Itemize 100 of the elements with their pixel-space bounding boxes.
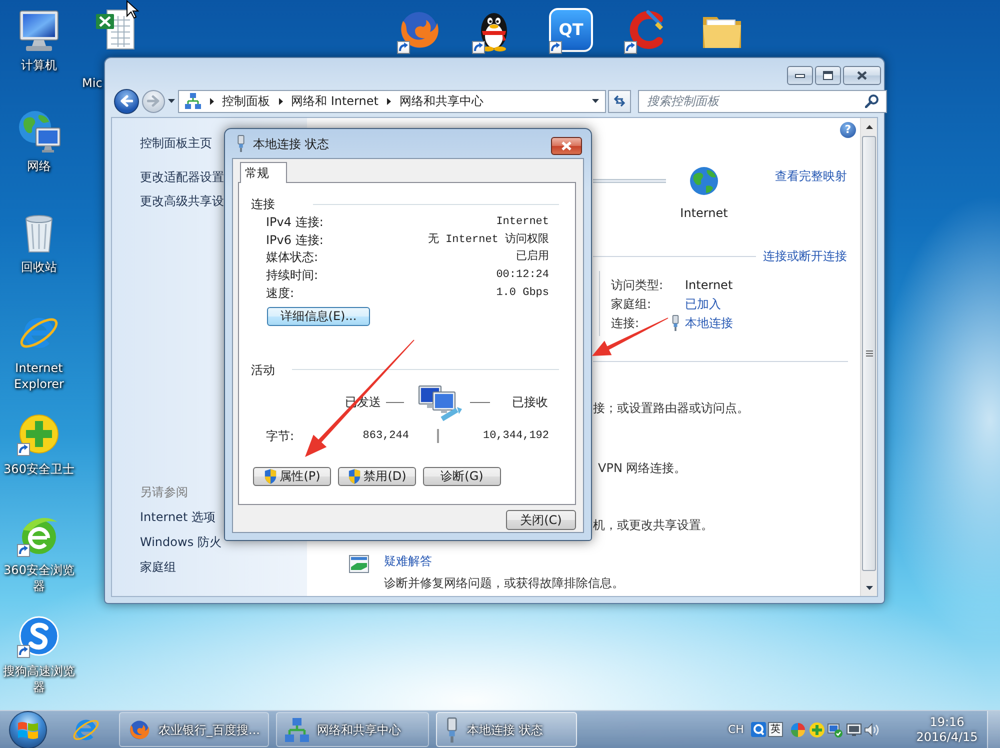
field-value: 已启用 (516, 249, 549, 266)
troubleshoot-link[interactable]: 疑难解答 (384, 553, 432, 569)
details-button[interactable]: 详细信息(E)... (267, 306, 370, 326)
back-button[interactable] (114, 88, 139, 114)
network-diagram-icon (285, 718, 309, 742)
plug-icon (236, 135, 246, 152)
close-icon (857, 71, 867, 80)
globe-monitor-icon[interactable] (17, 109, 61, 153)
plug-icon (445, 716, 459, 742)
dialog-title: 本地连接 状态 (253, 136, 329, 152)
breadcrumb[interactable]: 网络和 Internet (291, 93, 378, 109)
maximize-icon (823, 71, 833, 80)
caret-down-icon (866, 586, 872, 590)
tab[interactable]: 常规 (240, 162, 287, 183)
sidebar-link[interactable]: 控制面板主页 (140, 135, 212, 151)
description-text: VPN 网络连接。 (598, 460, 686, 476)
field-label: IPv6 连接: (266, 232, 324, 248)
network-node-label: Internet (680, 205, 728, 221)
diagnostic-window-icon[interactable] (349, 555, 369, 573)
start-button[interactable] (9, 710, 47, 748)
caret-icon[interactable] (168, 99, 175, 103)
globe-icon[interactable] (689, 166, 719, 196)
close-button[interactable] (551, 137, 582, 155)
action-button[interactable]: 诊断(G) (423, 466, 501, 486)
detail-link[interactable]: 已加入 (685, 296, 721, 312)
magnifier-tile-icon[interactable] (751, 722, 766, 737)
chevron-icon[interactable] (210, 98, 214, 104)
close-button[interactable] (843, 66, 881, 85)
action-button[interactable]: 禁用(D) (338, 466, 416, 486)
description-text: 接；或设置路由器或访问点。 (593, 400, 749, 416)
detail-label: 连接: (611, 314, 640, 330)
sidebar-link[interactable]: Internet 选项 (140, 509, 216, 525)
network-diagram-icon (185, 93, 201, 109)
mouse-pointer-icon (126, 0, 139, 19)
connect-link[interactable]: 连接或断开连接 (763, 248, 847, 264)
speaker-icon[interactable] (864, 722, 880, 738)
chevron-icon[interactable] (279, 98, 283, 104)
search-icon[interactable] (865, 94, 879, 108)
caret-up-icon (866, 124, 872, 128)
icon-label[interactable]: 回收站 (1, 259, 77, 275)
field-value: 无 Internet 访问权限 (428, 232, 549, 248)
minimize-button[interactable] (787, 66, 813, 85)
detail-label: 家庭组: (611, 296, 652, 312)
field-value: 1.0 Gbps (496, 286, 549, 302)
action-button[interactable]: 属性(P) (253, 466, 331, 486)
detail-value: Internet (685, 276, 733, 292)
section-heading: 另请参阅 (140, 484, 188, 500)
app-logo[interactable]: QT (549, 8, 593, 52)
minimize-icon (795, 74, 805, 78)
field-label: 持续时间: (266, 267, 318, 284)
computer-icon[interactable] (17, 8, 61, 52)
description-text: 机，或更改共享设置。 (593, 517, 713, 533)
field-label: IPv4 连接: (266, 214, 324, 230)
bytes-label: 字节: (266, 428, 296, 444)
field-value: 00:12:24 (496, 268, 549, 284)
close-dialog-button[interactable]: 关闭(C) (506, 510, 576, 530)
byte-count: 10,344,192 (482, 428, 549, 444)
pinwheel-icon[interactable] (790, 722, 806, 738)
arrow-right-icon (147, 95, 160, 107)
search-field[interactable]: 搜索控制面板 (638, 90, 887, 112)
sidebar-link[interactable]: 更改适配器设置 (140, 169, 224, 185)
field-value: Internet (496, 214, 549, 230)
maximize-button[interactable] (815, 66, 841, 85)
caret-icon[interactable] (592, 99, 599, 103)
close-icon (561, 141, 572, 151)
sidebar-link[interactable]: Windows 防火 (140, 534, 222, 550)
icon-label[interactable]: 计算机 (1, 57, 77, 73)
refresh-arrows-icon (613, 95, 626, 107)
description-text: 诊断并修复网络问题，或获得故障排除信息。 (384, 575, 624, 591)
s-logo-icon[interactable] (17, 614, 61, 658)
group-heading: 连接 (251, 196, 275, 212)
field-label: 媒体状态: (266, 249, 318, 266)
flag-icon (17, 720, 39, 740)
address-field[interactable]: 控制面板 网络和 Internet 网络和共享中心 (178, 90, 606, 112)
monitor-icon[interactable] (846, 722, 862, 738)
byte-count: 863,244 (362, 428, 409, 444)
icon-label[interactable]: 网络 (1, 158, 77, 174)
breadcrumb[interactable]: 网络和共享中心 (399, 93, 484, 109)
connection-link[interactable]: 本地连接 (685, 314, 733, 330)
plus-disc-icon[interactable] (17, 412, 61, 456)
network-computers-icon (417, 384, 464, 421)
view-map-link[interactable]: 查看完整映射 (775, 168, 847, 184)
sidebar-link[interactable]: 更改高级共享设 (140, 193, 224, 209)
field-label: 速度: (266, 285, 294, 302)
scrollbar-track[interactable] (860, 118, 877, 596)
scrollbar-thumb[interactable] (862, 136, 876, 571)
sidebar-link[interactable]: 家庭组 (140, 559, 176, 575)
icon-label[interactable]: Mic (82, 75, 102, 91)
group-heading: 活动 (251, 362, 275, 378)
refresh-button[interactable] (608, 90, 631, 112)
breadcrumb[interactable]: 控制面板 (222, 93, 270, 109)
spreadsheet-icon[interactable] (93, 8, 137, 52)
grip-icon (866, 350, 872, 357)
computer-check-icon[interactable] (827, 722, 843, 738)
chevron-icon[interactable] (387, 98, 392, 104)
activity-label: 已接收 (512, 394, 548, 410)
arrow-left-icon (120, 95, 133, 107)
input-mode-button[interactable]: 英 (768, 722, 783, 737)
detail-label: 访问类型: (611, 276, 664, 292)
icon-label[interactable]: Internet Explorer (1, 360, 77, 392)
